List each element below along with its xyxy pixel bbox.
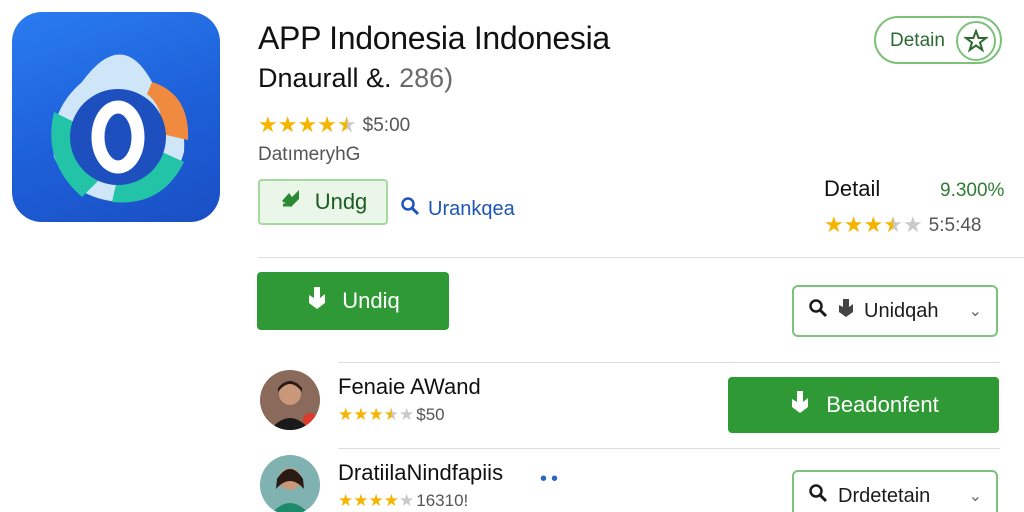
rating-text: $5:00 <box>362 114 411 136</box>
divider <box>338 448 1000 449</box>
search-icon <box>400 196 420 222</box>
star-icon: ★ <box>383 490 399 510</box>
download-icon <box>279 187 305 217</box>
star-icon: ★ <box>277 112 298 137</box>
avatar <box>260 370 320 430</box>
install-button[interactable]: Undiq <box>257 272 449 330</box>
install-button-light-label: Undg <box>314 189 368 214</box>
star-icon: ★ <box>399 404 415 424</box>
star-icon: ★ <box>824 212 844 237</box>
rating-stars: ★★★★★ <box>258 114 357 137</box>
star-icon: ★ <box>297 112 318 137</box>
rating-text: $50 <box>416 405 445 424</box>
install-button-light[interactable]: Undg <box>258 179 388 225</box>
dropdown-button-1[interactable]: Unidqah ⌄ <box>792 285 998 337</box>
divider <box>258 257 1024 258</box>
detail-value: 9.300% <box>940 180 1005 201</box>
install-button-label: Undiq <box>342 288 400 313</box>
star-icon: ★ <box>843 212 864 237</box>
app-title: APP Indonesia Indonesia <box>258 20 610 56</box>
download-button-label: Beadonfent <box>826 392 939 417</box>
review-count: 286) <box>399 63 454 93</box>
dropdown-2-label: Drdetetain <box>838 484 931 507</box>
star-icon: ★ <box>902 212 923 237</box>
star-icon: ★ <box>383 404 399 424</box>
star-icon: ★ <box>336 112 357 137</box>
star-icon: ★ <box>399 490 415 510</box>
app-subtitle: Dnaurall &. 286) <box>258 63 453 94</box>
user-rating: ★★★★★ 16310! <box>338 491 468 511</box>
rating-text: 16310! <box>416 491 469 510</box>
user-name: DratiilaNindfapiis <box>338 460 504 485</box>
star-icon: ★ <box>353 490 369 510</box>
rating-text: 5:5:48 <box>928 214 982 236</box>
more-icon[interactable]: •• <box>540 468 562 491</box>
chevron-down-icon: ⌄ <box>968 488 982 505</box>
avatar <box>260 455 320 512</box>
star-icon: ★ <box>863 212 884 237</box>
search-link-label: Urankqea <box>428 197 515 220</box>
star-icon: ★ <box>368 404 384 424</box>
star-badge-icon <box>956 21 996 61</box>
download-icon <box>788 389 812 421</box>
user-name: Fenaie AWand <box>338 374 481 399</box>
dropdown-1-label: Unidqah <box>864 299 939 322</box>
user-rating: ★★★★★ $50 <box>338 405 445 425</box>
search-icon <box>808 298 828 324</box>
download-button[interactable]: Beadonfent <box>728 377 999 433</box>
search-link[interactable]: Urankqea <box>400 196 515 222</box>
detail-label: Detail <box>824 176 881 201</box>
star-icon: ★ <box>338 490 354 510</box>
app-rating: ★★★★★ $5:00 <box>258 114 410 137</box>
star-icon: ★ <box>353 404 369 424</box>
app-icon <box>12 12 220 222</box>
subtitle-main: Dnaurall &. <box>258 63 392 93</box>
detail-rating: ★★★★★ 5:5:48 <box>824 214 982 237</box>
star-icon: ★ <box>368 490 384 510</box>
divider <box>338 362 1000 363</box>
star-icon: ★ <box>258 112 278 137</box>
star-icon: ★ <box>317 112 337 137</box>
rating-stars: ★★★★★ <box>338 492 414 511</box>
chevron-down-icon: ⌄ <box>968 303 982 320</box>
detail-pill-button[interactable]: Detain <box>874 16 1002 64</box>
rating-stars: ★★★★★ <box>338 406 414 425</box>
rating-stars: ★★★★★ <box>824 214 923 237</box>
star-icon: ★ <box>883 212 903 237</box>
star-icon: ★ <box>338 404 354 424</box>
search-icon <box>808 483 828 509</box>
developer-name: DatımeryhG <box>258 144 361 165</box>
download-icon <box>838 298 854 324</box>
dropdown-button-2[interactable]: Drdetetain ⌄ <box>792 470 998 512</box>
detail-pill-label: Detain <box>890 30 945 51</box>
download-icon <box>306 285 328 317</box>
app-logo-icon <box>51 54 189 203</box>
